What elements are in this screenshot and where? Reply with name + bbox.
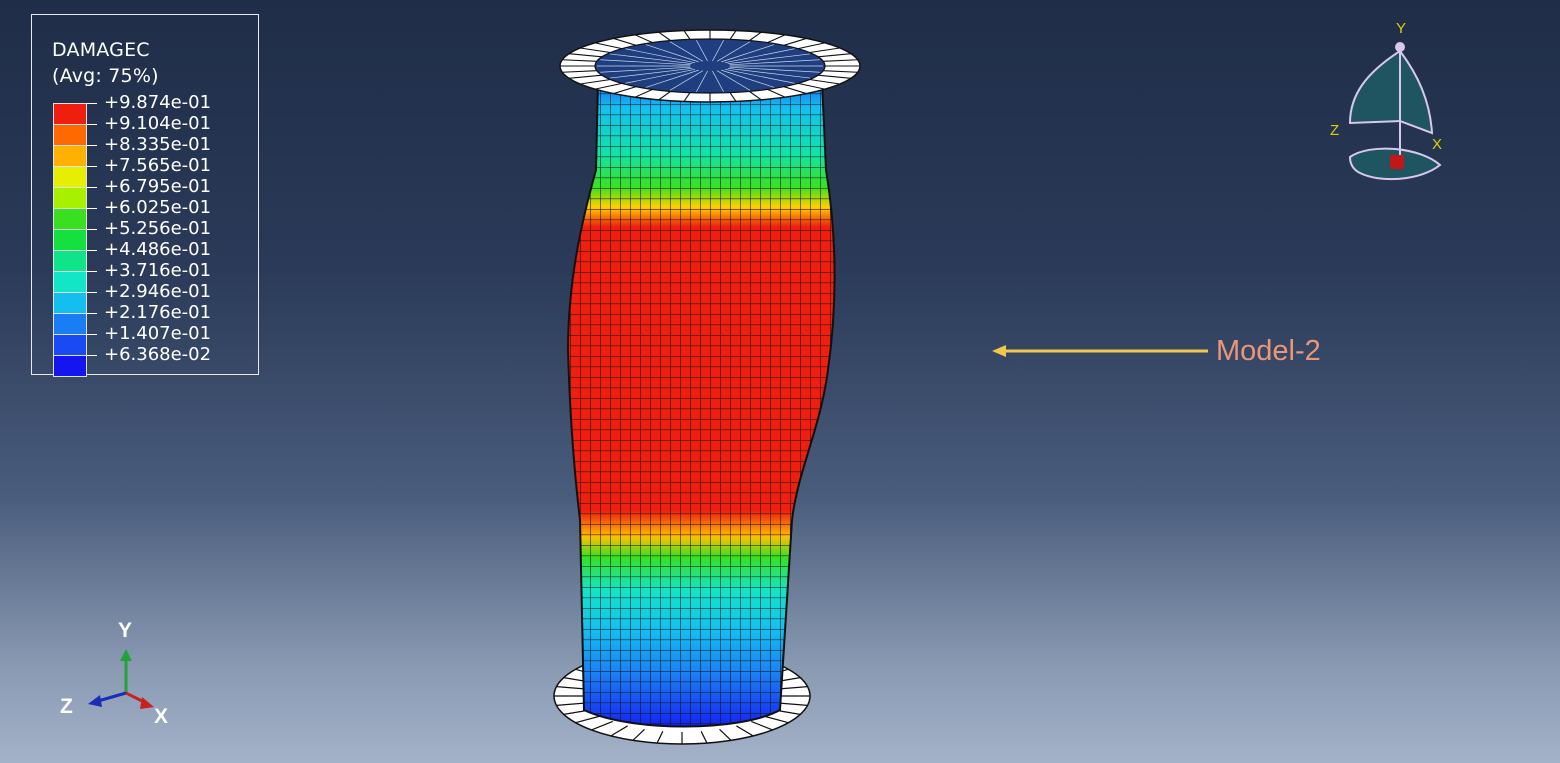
legend-subtitle: (Avg: 75%): [52, 65, 159, 87]
annotation-label: Model-2: [1216, 335, 1321, 367]
legend-swatch: [53, 272, 87, 293]
legend-tick-mark: [87, 271, 97, 272]
legend-swatch: [53, 125, 87, 146]
y-axis-arrow-icon: [120, 649, 132, 661]
global-axis-triad: Y Z X: [60, 619, 168, 725]
legend-tick-mark: [87, 145, 97, 146]
legend-tick-mark: [87, 103, 97, 104]
contour-legend: DAMAGEC (Avg: 75%) +9.874e-01 +9.104e-01 +…: [31, 14, 259, 377]
triad-z-label: Z: [60, 695, 73, 718]
legend-title: DAMAGEC: [52, 39, 150, 61]
view-z-label: Z: [1330, 122, 1339, 139]
legend-tick-label: +6.795e-01: [104, 176, 212, 197]
legend-tick-label: +6.368e-02: [104, 344, 212, 365]
legend-tick-mark: [87, 313, 97, 314]
legend-tick-label: +4.486e-01: [104, 239, 212, 260]
view-y-label: Y: [1396, 20, 1406, 37]
legend-swatch: [53, 209, 87, 230]
legend-tick-label: +1.407e-01: [104, 323, 212, 344]
annotation-arrow: [992, 345, 1208, 357]
legend-swatch: [53, 251, 87, 272]
legend-swatch: [53, 335, 87, 356]
legend-color-bar: [53, 103, 87, 377]
legend-swatch: [53, 188, 87, 209]
legend-tick-label: +9.104e-01: [104, 113, 212, 134]
view-orientation-triad[interactable]: Y Z X: [1320, 15, 1460, 195]
model-viewport-render: [553, 29, 861, 745]
legend-tick-mark: [87, 187, 97, 188]
viewport[interactable]: DAMAGEC (Avg: 75%) +9.874e-01 +9.104e-01 +…: [0, 0, 1560, 763]
view-y-handle-icon[interactable]: [1395, 42, 1405, 52]
legend-tick-mark: [87, 229, 97, 230]
legend-tick-label: +6.025e-01: [104, 197, 212, 218]
view-origin-icon[interactable]: [1390, 155, 1404, 169]
legend-tick-label: +2.176e-01: [104, 302, 212, 323]
legend-tick-mark: [87, 334, 97, 335]
legend-swatch: [53, 167, 87, 188]
view-x-label: X: [1432, 136, 1442, 153]
legend-swatch: [53, 293, 87, 314]
legend-tick-mark: [87, 250, 97, 251]
legend-tick-label: +2.946e-01: [104, 281, 212, 302]
legend-tick-mark: [87, 292, 97, 293]
legend-tick-label: +3.716e-01: [104, 260, 212, 281]
legend-tick-label: +9.874e-01: [104, 92, 212, 113]
legend-tick-label: +7.565e-01: [104, 155, 212, 176]
legend-tick-mark: [87, 166, 97, 167]
legend-tick-mark: [87, 208, 97, 209]
triad-x-label: X: [154, 705, 168, 725]
legend-swatch: [53, 230, 87, 251]
legend-swatch: [53, 103, 87, 125]
legend-swatch: [53, 314, 87, 335]
legend-tick-mark: [87, 355, 97, 356]
triad-y-label: Y: [118, 619, 132, 642]
legend-tick-label: +8.335e-01: [104, 134, 212, 155]
legend-tick-label: +5.256e-01: [104, 218, 212, 239]
legend-tick-mark: [87, 124, 97, 125]
legend-swatch: [53, 356, 87, 377]
x-axis-arrow-icon: [140, 697, 154, 709]
column-body: [568, 80, 835, 727]
legend-swatch: [53, 146, 87, 167]
z-axis-arrow-icon: [88, 695, 102, 707]
